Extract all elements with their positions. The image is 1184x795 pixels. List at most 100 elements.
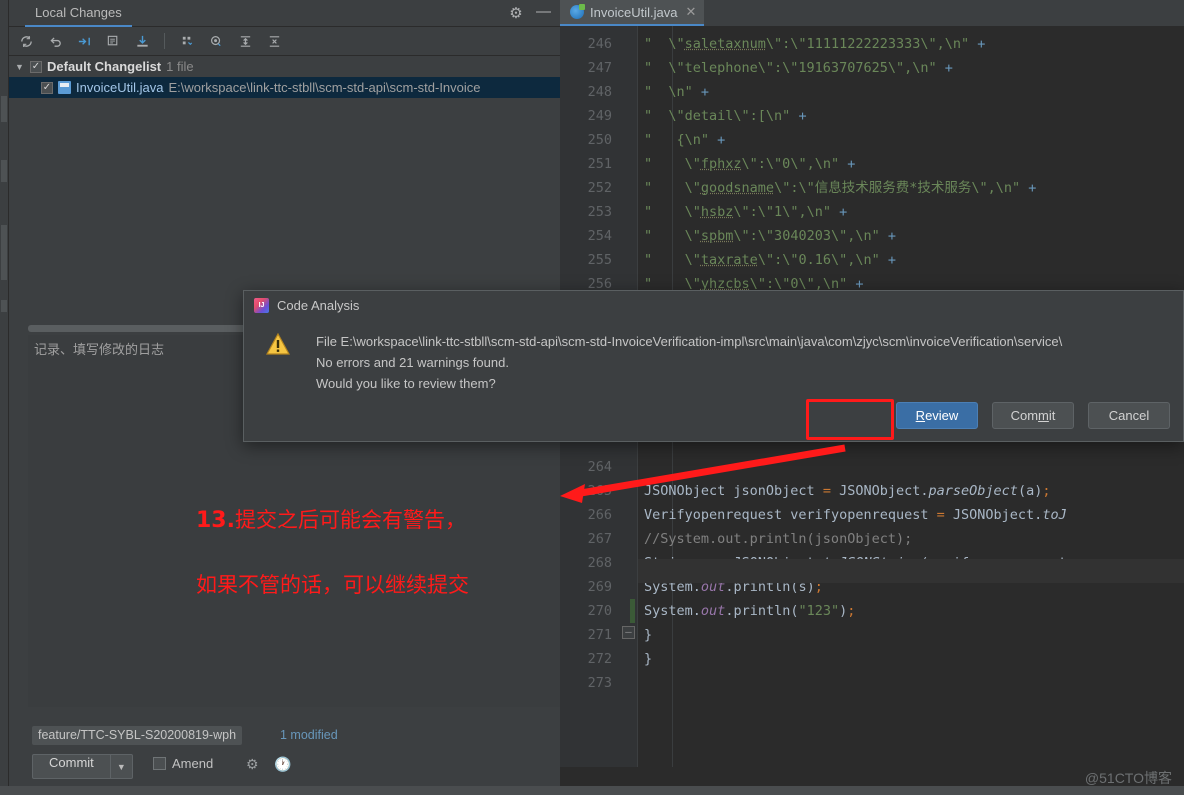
java-class-icon — [570, 4, 585, 19]
group-by-icon[interactable] — [177, 31, 197, 51]
code-line[interactable]: 252 " \"goodsname\":\"信息技术服务费*技术服务\",\n" … — [560, 176, 1184, 200]
code-text: " \"goodsname\":\"信息技术服务费*技术服务\",\n" + — [644, 180, 1037, 196]
code-line[interactable]: 246 " \"saletaxnum\":\"11111222223333\",\… — [560, 32, 1184, 56]
review-mnemonic: R — [915, 408, 926, 423]
toolbar-separator — [164, 33, 165, 49]
annotation-line-2: 如果不管的话，可以继续提交 — [196, 573, 469, 597]
code-line[interactable]: 272} — [560, 647, 1184, 671]
code-line[interactable]: 247 " \"telephone\":\"19163707625\",\n" + — [560, 56, 1184, 80]
code-text: } — [644, 651, 653, 667]
edit-changelist-icon[interactable] — [103, 31, 123, 51]
editor-tab-label: InvoiceUtil.java — [590, 4, 678, 20]
commit-button[interactable]: Commit — [32, 754, 111, 779]
line-number: 248 — [587, 84, 612, 100]
strip-button-b[interactable] — [1, 160, 7, 182]
show-diff-icon[interactable] — [74, 31, 94, 51]
code-text: " \n" + — [644, 84, 710, 100]
strip-button-c[interactable] — [1, 225, 7, 280]
code-line[interactable]: 270 System.out.println("123"); — [560, 599, 1184, 623]
code-line[interactable]: 253 " \"hsbz\":\"1\",\n" + — [560, 200, 1184, 224]
line-number: 272 — [587, 651, 612, 667]
code-line[interactable]: 266 Verifyopenrequest verifyopenrequest =… — [560, 503, 1184, 527]
code-text: " \"hsbz\":\"1\",\n" + — [644, 204, 848, 220]
dialog-message-line-2: No errors and 21 warnings found. — [316, 355, 509, 370]
java-class-icon — [58, 81, 71, 94]
line-number: 253 — [587, 204, 612, 220]
caret-line-highlight — [638, 559, 1184, 583]
amend-checkbox[interactable] — [153, 757, 166, 770]
code-line[interactable]: 271} — [560, 623, 1184, 647]
code-line[interactable]: 250 " {\n" + — [560, 128, 1184, 152]
expand-all-icon[interactable] — [235, 31, 255, 51]
code-fold-icon[interactable]: ─ — [622, 626, 635, 639]
code-text: " \"taxrate\":\"0.16\",\n" + — [644, 252, 897, 268]
code-line[interactable]: 273 — [560, 671, 1184, 695]
filter-eye-icon[interactable] — [206, 31, 226, 51]
changelist-file-count: 1 file — [166, 59, 194, 74]
changelist-checkbox[interactable]: ✓ — [30, 60, 42, 73]
close-icon[interactable]: ✕ — [685, 4, 696, 20]
code-line[interactable]: 264 — [560, 455, 1184, 479]
rollback-icon[interactable] — [45, 31, 65, 51]
clock-icon[interactable]: 🕐 — [274, 756, 291, 773]
code-line[interactable]: 248 " \n" + — [560, 80, 1184, 104]
line-number: 273 — [587, 675, 612, 691]
commit-message-scrollbar[interactable] — [28, 325, 258, 332]
dialog-message-line-1: File E:\workspace\link-ttc-stbll\scm-std… — [316, 334, 1063, 349]
line-number: 249 — [587, 108, 612, 124]
review-button[interactable]: Review — [896, 402, 978, 429]
commit-bar: feature/TTC-SYBL-S20200819-wph 1 modifie… — [18, 720, 569, 795]
table-row[interactable]: ✓ InvoiceUtil.java E:\workspace\link-ttc… — [9, 77, 560, 98]
gear-icon[interactable]: ⚙ — [508, 5, 524, 22]
dialog-message-line-3: Would you like to review them? — [316, 376, 496, 391]
refresh-icon[interactable] — [16, 31, 36, 51]
dialog-titlebar: Code Analysis — [254, 298, 359, 313]
line-number: 252 — [587, 180, 612, 196]
line-number: 269 — [587, 579, 612, 595]
dialog-message: File E:\workspace\link-ttc-stbll\scm-std… — [316, 331, 1176, 394]
code-line[interactable]: 255 " \"taxrate\":\"0.16\",\n" + — [560, 248, 1184, 272]
line-number: 271 — [587, 627, 612, 643]
tab-local-changes[interactable]: Local Changes — [25, 0, 132, 27]
local-changes-header: Local Changes ⚙ — — [9, 0, 560, 27]
line-number: 270 — [587, 603, 612, 619]
file-name: InvoiceUtil.java — [76, 80, 164, 95]
amend-checkbox-group[interactable]: Amend — [153, 756, 213, 771]
code-line[interactable]: 249 " \"detail\":[\n" + — [560, 104, 1184, 128]
line-number: 247 — [587, 60, 612, 76]
commit-button-pre: Com — [1010, 408, 1039, 423]
strip-button-d[interactable] — [1, 300, 7, 312]
strip-button-a[interactable] — [1, 96, 7, 122]
commit-dialog-button[interactable]: Com m it — [992, 402, 1074, 429]
line-number: 251 — [587, 156, 612, 172]
ide-window: Local Changes ⚙ — ▼ ✓ Default Changelist… — [0, 0, 1184, 795]
changelist-row[interactable]: ▼ ✓ Default Changelist 1 file — [9, 56, 560, 77]
code-line[interactable]: 265 JSONObject jsonObject = JSONObject.pa… — [560, 479, 1184, 503]
code-line[interactable]: 251 " \"fphxz\":\"0\",\n" + — [560, 152, 1184, 176]
line-number: 267 — [587, 531, 612, 547]
chevron-down-icon[interactable]: ▼ — [15, 62, 25, 72]
minimize-icon[interactable]: — — [536, 4, 552, 22]
vcs-change-marker — [630, 599, 635, 623]
file-path: E:\workspace\link-ttc-stbll\scm-std-api\… — [168, 80, 481, 95]
code-text: JSONObject jsonObject = JSONObject.parse… — [644, 483, 1051, 499]
code-text: Verifyopenrequest verifyopenrequest = JS… — [644, 507, 1067, 523]
collapse-all-icon[interactable] — [264, 31, 284, 51]
update-project-icon[interactable] — [132, 31, 152, 51]
code-text: " \"spbm\":\"3040203\",\n" + — [644, 228, 897, 244]
watermark: @51CTO博客 — [1084, 770, 1172, 786]
line-number: 264 — [587, 459, 612, 475]
modified-count-label: 1 modified — [280, 728, 338, 742]
tool-window-strip[interactable] — [0, 0, 9, 795]
code-text: " \"fphxz\":\"0\",\n" + — [644, 156, 856, 172]
branch-chip[interactable]: feature/TTC-SYBL-S20200819-wph — [32, 726, 243, 745]
file-checkbox[interactable]: ✓ — [41, 81, 53, 94]
code-line[interactable]: 254 " \"spbm\":\"3040203\",\n" + — [560, 224, 1184, 248]
line-number: 255 — [587, 252, 612, 268]
chevron-down-icon[interactable]: ▼ — [110, 754, 133, 779]
status-bar — [0, 786, 1184, 795]
cancel-button[interactable]: Cancel — [1088, 402, 1170, 429]
tab-invoiceutil-java[interactable]: InvoiceUtil.java ✕ — [560, 0, 705, 26]
gear-icon[interactable]: ⚙ — [246, 756, 259, 773]
code-line[interactable]: 267 //System.out.println(jsonObject); — [560, 527, 1184, 551]
